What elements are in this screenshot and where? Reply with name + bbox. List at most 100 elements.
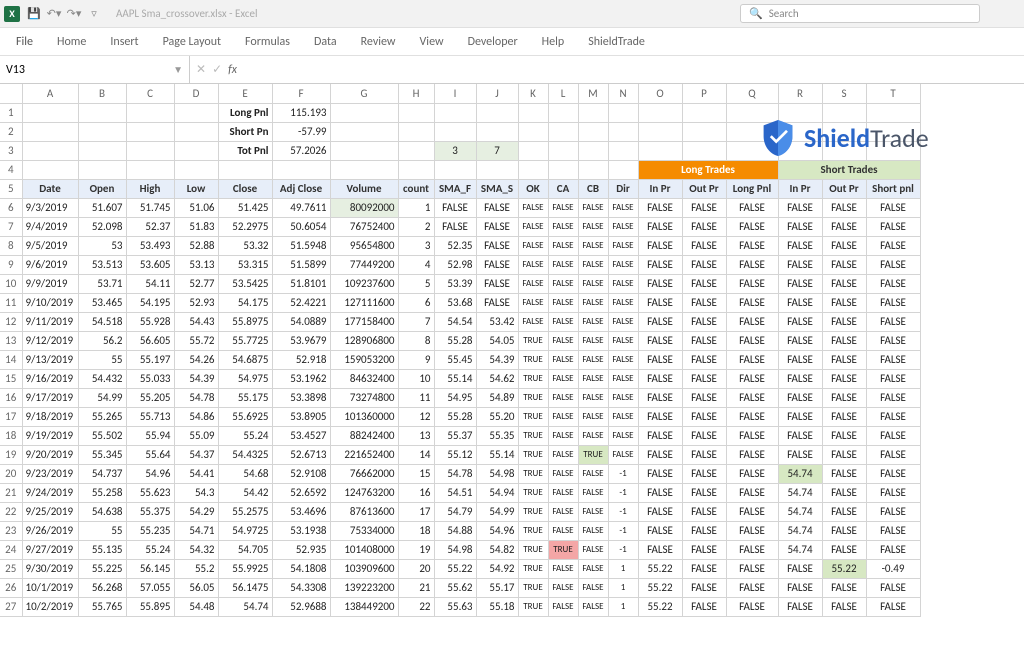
data-cell[interactable]: TRUE	[518, 502, 548, 521]
data-cell[interactable]: 53.39	[434, 274, 476, 293]
data-cell[interactable]: 128906800	[330, 331, 398, 350]
data-cell[interactable]: FALSE	[866, 369, 920, 388]
data-cell[interactable]: FALSE	[822, 597, 866, 616]
data-cell[interactable]: FALSE	[548, 350, 578, 369]
data-cell[interactable]: 54.975	[218, 369, 272, 388]
data-cell[interactable]: 53.5425	[218, 274, 272, 293]
data-cell[interactable]: 1	[398, 198, 434, 217]
data-cell[interactable]: FALSE	[638, 502, 682, 521]
data-cell[interactable]: 52.4221	[272, 293, 330, 312]
data-cell[interactable]: 9/5/2019	[22, 236, 78, 255]
data-cell[interactable]: FALSE	[822, 369, 866, 388]
data-cell[interactable]: -1	[608, 540, 638, 559]
data-cell[interactable]: 55	[78, 350, 126, 369]
data-cell[interactable]: 55.17	[476, 578, 518, 597]
data-cell[interactable]: FALSE	[822, 293, 866, 312]
data-cell[interactable]: 55.63	[434, 597, 476, 616]
data-cell[interactable]: 53.1938	[272, 521, 330, 540]
data-cell[interactable]: 54.48	[174, 597, 218, 616]
data-cell[interactable]: 9/18/2019	[22, 407, 78, 426]
data-header[interactable]: CB	[578, 179, 608, 198]
data-cell[interactable]: 22	[398, 597, 434, 616]
col-header[interactable]: L	[548, 84, 578, 103]
data-cell[interactable]: FALSE	[548, 274, 578, 293]
col-header[interactable]: P	[682, 84, 726, 103]
cell[interactable]	[548, 103, 578, 122]
data-cell[interactable]: 53.3898	[272, 388, 330, 407]
data-cell[interactable]: 54.74	[778, 483, 822, 502]
data-cell[interactable]: TRUE	[518, 483, 548, 502]
col-header[interactable]: D	[174, 84, 218, 103]
data-cell[interactable]: FALSE	[866, 426, 920, 445]
data-cell[interactable]: 54.05	[476, 331, 518, 350]
cell[interactable]	[608, 141, 638, 160]
data-header[interactable]: Out Pr	[822, 179, 866, 198]
data-cell[interactable]: FALSE	[638, 426, 682, 445]
row-header[interactable]: 5	[0, 179, 22, 198]
data-cell[interactable]: 54.1808	[272, 559, 330, 578]
data-cell[interactable]: FALSE	[822, 331, 866, 350]
row-header[interactable]: 15	[0, 369, 22, 388]
data-cell[interactable]: FALSE	[578, 540, 608, 559]
cell[interactable]	[218, 160, 272, 179]
data-header[interactable]: In Pr	[638, 179, 682, 198]
cell[interactable]	[330, 103, 398, 122]
data-cell[interactable]: FALSE	[866, 540, 920, 559]
data-cell[interactable]: FALSE	[608, 312, 638, 331]
data-cell[interactable]: 52.6713	[272, 445, 330, 464]
data-header[interactable]: In Pr	[778, 179, 822, 198]
data-cell[interactable]: 54.51	[434, 483, 476, 502]
data-cell[interactable]: FALSE	[608, 426, 638, 445]
data-cell[interactable]: 55	[78, 521, 126, 540]
data-header[interactable]: Dir	[608, 179, 638, 198]
data-cell[interactable]: 13	[398, 426, 434, 445]
data-cell[interactable]: FALSE	[682, 407, 726, 426]
data-cell[interactable]: FALSE	[578, 236, 608, 255]
data-cell[interactable]: 84632400	[330, 369, 398, 388]
data-cell[interactable]: FALSE	[866, 217, 920, 236]
col-header[interactable]: M	[578, 84, 608, 103]
cell[interactable]	[398, 160, 434, 179]
data-cell[interactable]: 54.39	[476, 350, 518, 369]
data-cell[interactable]: 53	[78, 236, 126, 255]
redo-icon[interactable]: ↷▾	[66, 7, 82, 20]
data-cell[interactable]: FALSE	[726, 350, 778, 369]
cell[interactable]	[548, 122, 578, 141]
cell[interactable]	[518, 141, 548, 160]
data-cell[interactable]: 55.28	[434, 331, 476, 350]
row-header[interactable]: 6	[0, 198, 22, 217]
data-cell[interactable]: 124763200	[330, 483, 398, 502]
data-cell[interactable]: 55.623	[126, 483, 174, 502]
data-cell[interactable]: FALSE	[682, 540, 726, 559]
data-cell[interactable]: 9/30/2019	[22, 559, 78, 578]
tab-developer[interactable]: Developer	[458, 31, 528, 53]
cell[interactable]	[398, 103, 434, 122]
data-cell[interactable]: FALSE	[638, 217, 682, 236]
cell[interactable]	[126, 103, 174, 122]
data-cell[interactable]: FALSE	[726, 426, 778, 445]
data-cell[interactable]: FALSE	[778, 236, 822, 255]
data-cell[interactable]: 55.12	[434, 445, 476, 464]
data-cell[interactable]: 52.37	[126, 217, 174, 236]
data-cell[interactable]: FALSE	[822, 407, 866, 426]
data-cell[interactable]: 54.74	[778, 502, 822, 521]
data-cell[interactable]: 55.37	[434, 426, 476, 445]
data-cell[interactable]: FALSE	[608, 236, 638, 255]
data-header[interactable]: OK	[518, 179, 548, 198]
col-header[interactable]: B	[78, 84, 126, 103]
name-box[interactable]: V13 ▼	[0, 56, 190, 83]
row-header[interactable]: 18	[0, 426, 22, 445]
data-cell[interactable]: FALSE	[682, 597, 726, 616]
row-header[interactable]: 8	[0, 236, 22, 255]
data-cell[interactable]: FALSE	[578, 274, 608, 293]
data-cell[interactable]: FALSE	[822, 521, 866, 540]
data-cell[interactable]: FALSE	[578, 312, 608, 331]
data-cell[interactable]: FALSE	[638, 445, 682, 464]
data-cell[interactable]: FALSE	[548, 464, 578, 483]
data-cell[interactable]: 9/6/2019	[22, 255, 78, 274]
cell[interactable]	[174, 103, 218, 122]
data-cell[interactable]: 55.62	[434, 578, 476, 597]
data-cell[interactable]: FALSE	[476, 236, 518, 255]
data-cell[interactable]: TRUE	[518, 369, 548, 388]
data-cell[interactable]: 55.20	[476, 407, 518, 426]
